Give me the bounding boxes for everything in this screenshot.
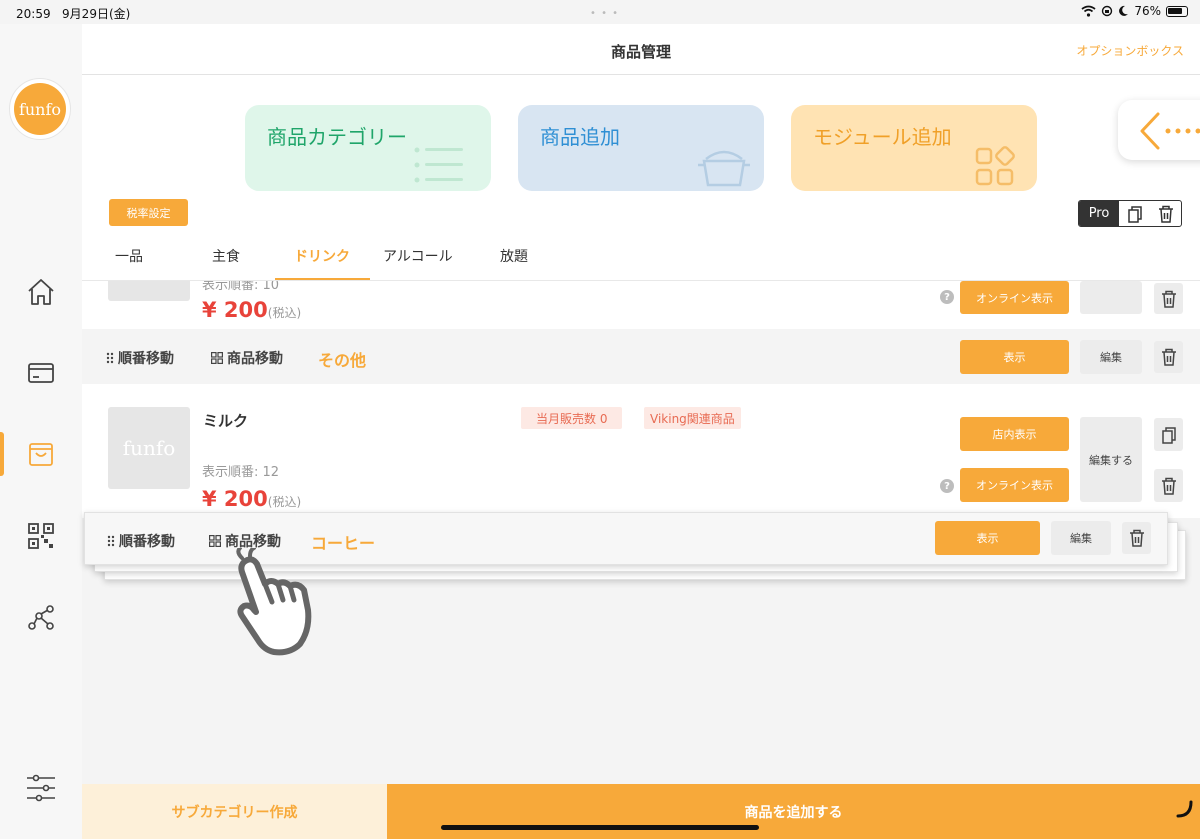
modules-icon: [975, 146, 1015, 186]
option-box-link[interactable]: オプションボックス: [1076, 42, 1184, 59]
bag-icon[interactable]: [24, 437, 58, 471]
show-button[interactable]: 表示: [935, 521, 1040, 555]
sidebar-active-indicator: [0, 432, 4, 476]
display-order: 表示順番: 10: [202, 281, 280, 293]
battery-percent: 76%: [1134, 4, 1161, 18]
edit-button[interactable]: [1080, 281, 1142, 314]
lock-rotation-icon: [1102, 5, 1113, 17]
help-icon[interactable]: ?: [940, 479, 954, 493]
card-icon[interactable]: [24, 356, 58, 390]
hand-pointer-icon: [236, 548, 312, 656]
tab-ippin[interactable]: 一品: [115, 246, 143, 266]
home-icon[interactable]: [24, 275, 58, 309]
product-price: ¥ 200(税込): [202, 487, 302, 511]
tab-shushoku[interactable]: 主食: [212, 246, 240, 266]
subcategory-name: その他: [318, 351, 367, 370]
trash-icon: [1161, 348, 1176, 366]
product-thumbnail: [108, 281, 190, 301]
edit-button[interactable]: 編集: [1051, 521, 1111, 555]
list-icon: [414, 147, 463, 183]
help-icon[interactable]: ?: [940, 290, 954, 304]
monthly-sales-tag: 当月販売数 0: [521, 407, 623, 429]
list-item-partial: 表示順番: 10 ¥ 200(税込) ? オンライン表示: [82, 281, 1200, 329]
viking-tag: Viking関連商品: [644, 407, 741, 429]
display-order: 表示順番: 12: [202, 465, 280, 480]
add-module-card-label: モジュール追加: [813, 125, 952, 149]
tab-drink[interactable]: ドリンク: [294, 246, 350, 266]
app-logo[interactable]: funfo: [9, 78, 71, 140]
back-button[interactable]: [1118, 100, 1200, 160]
trash-icon: [1161, 290, 1176, 308]
online-display-button[interactable]: オンライン表示: [960, 468, 1069, 502]
product-thumbnail: funfo: [108, 407, 190, 489]
edit-button[interactable]: 編集: [1080, 340, 1142, 374]
copy-button[interactable]: [1119, 201, 1150, 226]
header: 商品管理 オプションボックス: [82, 24, 1200, 75]
qr-code-icon[interactable]: [24, 519, 58, 553]
settings-sliders-icon[interactable]: [24, 771, 58, 805]
chevron-left-icon: [1140, 112, 1200, 150]
delete-button[interactable]: [1154, 341, 1183, 373]
delete-button[interactable]: [1150, 201, 1181, 226]
copy-icon: [1161, 426, 1176, 444]
delete-button[interactable]: [1154, 283, 1183, 314]
resize-corner-icon[interactable]: [1176, 800, 1194, 820]
product-name: ミルク: [203, 412, 249, 430]
tab-hodai[interactable]: 放題: [500, 246, 528, 266]
pot-icon: [698, 150, 750, 187]
create-subcategory-button[interactable]: サブカテゴリー作成: [82, 784, 387, 839]
add-item-card[interactable]: 商品追加: [518, 105, 764, 191]
sidebar: [0, 24, 82, 839]
drag-dots-icon: [106, 352, 114, 364]
product-price: ¥ 200(税込): [202, 298, 302, 322]
copy-icon: [1127, 205, 1142, 223]
moon-icon: [1119, 5, 1129, 16]
home-indicator[interactable]: [441, 825, 759, 830]
store-display-button[interactable]: 店内表示: [960, 417, 1069, 451]
reorder-handle[interactable]: 順番移動: [106, 348, 174, 368]
move-item-button[interactable]: 商品移動: [211, 348, 283, 368]
add-item-button[interactable]: 商品を追加する: [387, 784, 1200, 839]
delete-button[interactable]: [1154, 469, 1183, 502]
edit-item-button[interactable]: 編集する: [1080, 417, 1142, 502]
reorder-handle[interactable]: 順番移動: [107, 531, 175, 551]
status-time: 20:59: [16, 7, 51, 21]
grid-icon: [209, 535, 221, 547]
category-card[interactable]: 商品カテゴリー: [245, 105, 491, 191]
trash-icon: [1158, 205, 1173, 223]
subcategory-row: 順番移動 商品移動 その他 表示 編集: [82, 330, 1200, 384]
trash-icon: [1129, 529, 1144, 547]
copy-button[interactable]: [1154, 418, 1183, 451]
page-title: 商品管理: [610, 43, 671, 61]
list-item[interactable]: funfo ミルク 当月販売数 0 Viking関連商品 表示順番: 12 ¥ …: [82, 384, 1200, 518]
network-icon[interactable]: [24, 601, 58, 635]
multitask-dots[interactable]: • • •: [590, 8, 619, 19]
tab-alcohol[interactable]: アルコール: [383, 246, 453, 266]
online-display-button[interactable]: オンライン表示: [960, 281, 1069, 314]
pro-toggle[interactable]: Pro: [1079, 201, 1119, 226]
show-button[interactable]: 表示: [960, 340, 1069, 374]
add-module-card[interactable]: モジュール追加: [791, 105, 1037, 191]
wifi-icon: [1081, 5, 1096, 17]
logo-text: funfo: [14, 83, 66, 135]
battery-icon: [1166, 5, 1188, 17]
trash-icon: [1161, 477, 1176, 495]
add-item-card-label: 商品追加: [540, 125, 620, 149]
grid-icon: [211, 352, 223, 364]
status-date: 9月29日(金): [62, 7, 131, 21]
category-card-label: 商品カテゴリー: [267, 125, 407, 149]
delete-button[interactable]: [1122, 522, 1151, 554]
subcategory-name: コーヒー: [311, 534, 376, 553]
drag-dots-icon: [107, 535, 115, 547]
pro-toolbar: Pro: [1078, 200, 1182, 227]
tax-setting-button[interactable]: 税率設定: [109, 199, 188, 226]
